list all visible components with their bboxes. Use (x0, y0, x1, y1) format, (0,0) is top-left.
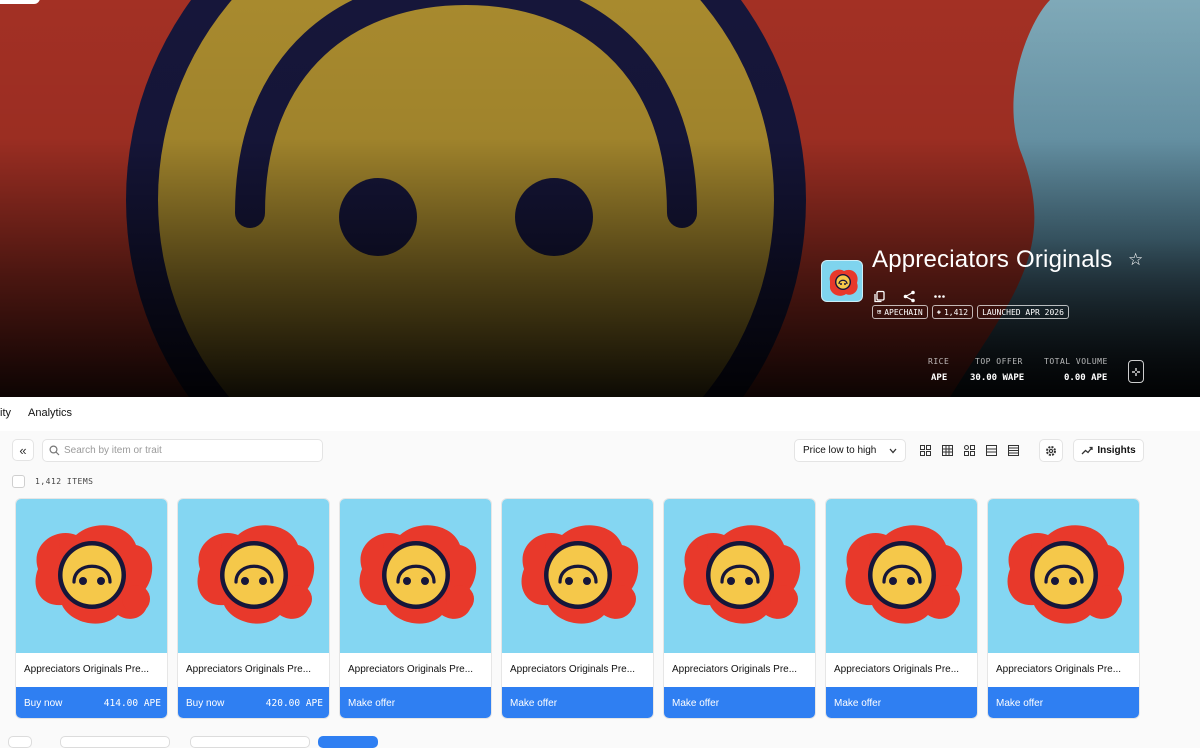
view-mode-group (916, 439, 1022, 462)
insights-label: Insights (1097, 445, 1136, 456)
collection-tabs: ity Analytics (0, 397, 1200, 431)
layers-icon: ◈ (936, 308, 941, 316)
item-card[interactable]: Appreciators Originals Pre... Buy now 42… (177, 498, 330, 719)
item-name[interactable]: Appreciators Originals Pre... (834, 664, 972, 675)
next-row-element (8, 736, 32, 748)
chain-icon: ⊞ (877, 308, 882, 316)
item-card[interactable]: Appreciators Originals Pre... Buy now 41… (15, 498, 168, 719)
search-input[interactable] (64, 445, 314, 456)
more-options-icon[interactable] (931, 288, 947, 304)
table-icon (1007, 445, 1019, 456)
item-image[interactable] (16, 499, 167, 653)
item-action-label: Make offer (834, 698, 882, 709)
collection-badges: ⊞ APECHAIN ◈ 1,412 LAUNCHED APR 2026 (872, 305, 1069, 319)
tab-analytics[interactable]: Analytics (28, 407, 72, 419)
item-card[interactable]: Appreciators Originals Pre... Make offer (663, 498, 816, 719)
top-left-button[interactable] (0, 0, 40, 4)
item-action-button[interactable]: Buy now 420.00 APE (178, 687, 329, 718)
item-action-label: Make offer (672, 698, 720, 709)
collapse-stats-button[interactable] (1128, 360, 1144, 383)
search-icon (49, 445, 60, 456)
next-row-element (190, 736, 310, 748)
item-action-button[interactable]: Make offer (502, 687, 653, 718)
item-price: 414.00 APE (103, 698, 161, 709)
item-card[interactable]: Appreciators Originals Pre... Make offer (339, 498, 492, 719)
item-action-label: Buy now (186, 698, 225, 709)
item-image[interactable] (826, 499, 977, 653)
item-image[interactable] (178, 499, 329, 653)
item-image[interactable] (502, 499, 653, 653)
items-grid: Appreciators Originals Pre... Buy now 41… (15, 498, 1140, 719)
item-action-button[interactable]: Make offer (988, 687, 1139, 718)
item-action-label: Make offer (510, 698, 558, 709)
grid-medium-view-button[interactable] (938, 441, 956, 461)
item-name[interactable]: Appreciators Originals Pre... (510, 664, 648, 675)
item-price: 420.00 APE (265, 698, 323, 709)
items-count-row: 1,412 ITEMS (12, 475, 93, 488)
items-toolbar: « Price low to high Insights (0, 431, 1200, 471)
item-image[interactable] (988, 499, 1139, 653)
chevron-down-icon (889, 448, 897, 453)
collection-actions (871, 288, 947, 304)
next-row-element (318, 736, 378, 748)
banner-shade (0, 0, 1200, 397)
item-name[interactable]: Appreciators Originals Pre... (186, 664, 324, 675)
item-card[interactable]: Appreciators Originals Pre... Make offer (987, 498, 1140, 719)
tab-activity[interactable]: ity (0, 407, 11, 419)
launch-badge: LAUNCHED APR 2026 (977, 305, 1069, 319)
list-icon (985, 445, 997, 456)
collapse-filters-button[interactable]: « (12, 439, 34, 461)
insights-button[interactable]: Insights (1073, 439, 1144, 462)
table-view-button[interactable] (1004, 441, 1022, 461)
collection-banner: Appreciators Originals ☆ ⊞ APECHAIN ◈ 1,… (0, 0, 1200, 397)
supply-badge: ◈ 1,412 (931, 305, 974, 319)
item-action-button[interactable]: Make offer (664, 687, 815, 718)
grid-large-view-button[interactable] (916, 441, 934, 461)
settings-button[interactable] (1039, 439, 1063, 462)
collapse-icon (1132, 367, 1140, 376)
item-action-button[interactable]: Buy now 414.00 APE (16, 687, 167, 718)
item-card[interactable]: Appreciators Originals Pre... Make offer (825, 498, 978, 719)
trend-up-icon (1081, 446, 1093, 455)
item-action-label: Make offer (996, 698, 1044, 709)
grid-compact-view-button[interactable] (960, 441, 978, 461)
stat-top-offer: TOP OFFER 30.00 WAPE (970, 357, 1025, 383)
item-name[interactable]: Appreciators Originals Pre... (348, 664, 486, 675)
item-action-button[interactable]: Make offer (826, 687, 977, 718)
double-chevron-left-icon: « (19, 442, 27, 458)
share-icon[interactable] (901, 288, 917, 304)
grid-compact-icon (963, 445, 975, 456)
select-all-checkbox[interactable] (12, 475, 25, 488)
item-image[interactable] (340, 499, 491, 653)
item-name[interactable]: Appreciators Originals Pre... (672, 664, 810, 675)
search-box[interactable] (42, 439, 323, 462)
copy-icon[interactable] (871, 288, 887, 304)
sort-dropdown[interactable]: Price low to high (794, 439, 906, 462)
stat-price: RICE APE (928, 357, 950, 383)
grid-large-icon (919, 445, 931, 456)
item-action-label: Make offer (348, 698, 396, 709)
gear-icon (1046, 445, 1056, 456)
item-action-label: Buy now (24, 698, 63, 709)
next-row-preview (0, 734, 1200, 748)
stat-total-volume: TOTAL VOLUME 0.00 APE (1044, 357, 1108, 383)
collection-avatar (821, 260, 863, 302)
grid-medium-icon (941, 445, 953, 456)
list-view-button[interactable] (982, 441, 1000, 461)
sort-label: Price low to high (803, 445, 877, 456)
favorite-star-icon[interactable]: ☆ (1128, 250, 1143, 270)
next-row-element (60, 736, 170, 748)
item-card[interactable]: Appreciators Originals Pre... Make offer (501, 498, 654, 719)
item-image[interactable] (664, 499, 815, 653)
collection-title: Appreciators Originals (872, 246, 1113, 273)
item-action-button[interactable]: Make offer (340, 687, 491, 718)
items-count: 1,412 ITEMS (35, 477, 94, 486)
chain-badge: ⊞ APECHAIN (872, 305, 928, 319)
item-name[interactable]: Appreciators Originals Pre... (24, 664, 162, 675)
item-name[interactable]: Appreciators Originals Pre... (996, 664, 1134, 675)
